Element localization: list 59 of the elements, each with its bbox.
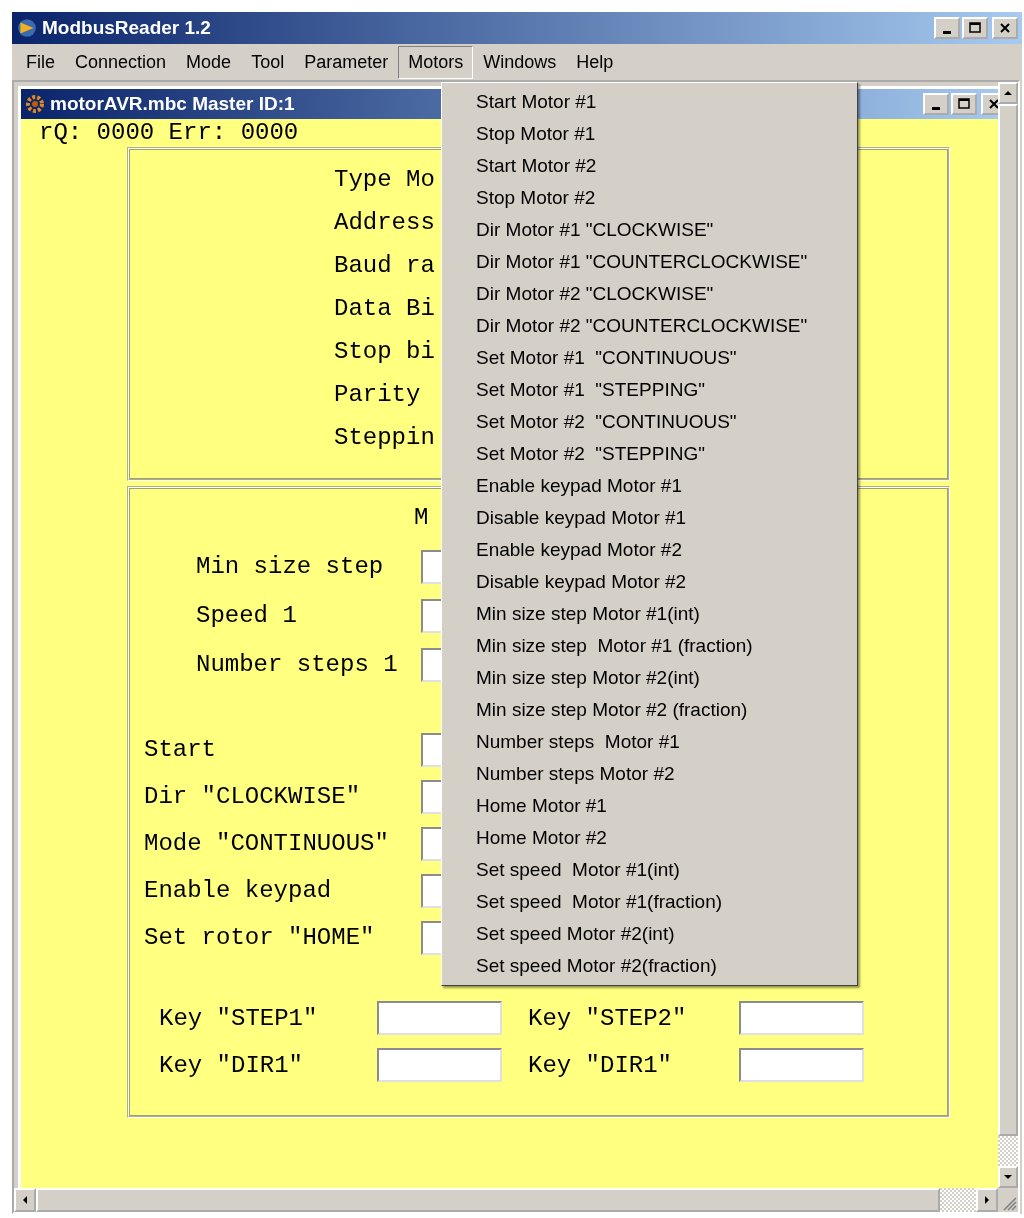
menu-item[interactable]: Number steps Motor #1 <box>442 726 857 758</box>
menu-item[interactable]: Min size step Motor #2(int) <box>442 662 857 694</box>
menu-item[interactable]: Disable keypad Motor #2 <box>442 566 857 598</box>
menu-item[interactable]: Start Motor #1 <box>442 86 857 118</box>
menu-item[interactable]: Stop Motor #2 <box>442 182 857 214</box>
field-label: Number steps 1 <box>196 651 399 678</box>
field-label: Data Bi <box>334 298 435 324</box>
menu-item[interactable]: Set speed Motor #2(int) <box>442 918 857 950</box>
field-label: Dir "CLOCKWISE" <box>144 783 362 810</box>
field-label: Key "DIR1" <box>528 1051 674 1079</box>
panel-heading: M <box>414 504 429 532</box>
field-label: Start <box>144 736 217 763</box>
field-label: Enable keypad <box>144 877 333 904</box>
field-label: Min size step <box>196 553 385 580</box>
menu-item[interactable]: Dir Motor #1 "CLOCKWISE" <box>442 214 857 246</box>
menu-item[interactable]: Windows <box>473 45 567 79</box>
menu-item[interactable]: Set Motor #2 "STEPPING" <box>442 438 857 470</box>
menu-item[interactable]: Home Motor #1 <box>442 790 857 822</box>
menu-item[interactable]: Set speed Motor #1(fraction) <box>442 886 857 918</box>
field-label: Address <box>334 212 435 238</box>
menu-item[interactable]: Tool <box>241 45 295 79</box>
menu-item[interactable]: Min size step Motor #2 (fraction) <box>442 694 857 726</box>
field-label: Key "STEP1" <box>159 1004 319 1032</box>
field-label: Parity <box>334 384 421 410</box>
menu-item[interactable]: Number steps Motor #2 <box>442 758 857 790</box>
field-label: Type Mo <box>334 169 435 195</box>
menu-item[interactable]: Enable keypad Motor #2 <box>442 534 857 566</box>
status-text: rQ: 0000 Err: 0000 <box>39 121 299 145</box>
field-label: Set rotor "HOME" <box>144 924 376 951</box>
menu-item[interactable]: Dir Motor #1 "COUNTERCLOCKWISE" <box>442 246 857 278</box>
menu-item[interactable]: Set Motor #1 "CONTINUOUS" <box>442 342 857 374</box>
field-label: Baud ra <box>334 255 435 281</box>
menu-item[interactable]: Set Motor #1 "STEPPING" <box>442 374 857 406</box>
menu-item[interactable]: Min size step Motor #1 (fraction) <box>442 630 857 662</box>
menu-item[interactable]: Help <box>566 45 624 79</box>
menu-item[interactable]: Stop Motor #1 <box>442 118 857 150</box>
menu-item[interactable]: Connection <box>65 45 177 79</box>
menu-item[interactable]: Home Motor #2 <box>442 822 857 854</box>
menu-item[interactable]: Set speed Motor #1(int) <box>442 854 857 886</box>
menu-item[interactable]: Mode <box>176 45 242 79</box>
menu-item[interactable]: Enable keypad Motor #1 <box>442 470 857 502</box>
menu-item[interactable]: Set Motor #2 "CONTINUOUS" <box>442 406 857 438</box>
menu-item[interactable]: Dir Motor #2 "CLOCKWISE" <box>442 278 857 310</box>
menu-item[interactable]: Min size step Motor #1(int) <box>442 598 857 630</box>
field-label: Steppin <box>334 427 435 453</box>
menu-item[interactable]: Parameter <box>294 45 399 79</box>
menu-item[interactable]: Disable keypad Motor #1 <box>442 502 857 534</box>
menu-item[interactable]: Set speed Motor #2(fraction) <box>442 950 857 982</box>
field-label: Key "DIR1" <box>159 1051 305 1079</box>
field-label: Key "STEP2" <box>528 1004 688 1032</box>
menu-item[interactable]: Start Motor #2 <box>442 150 857 182</box>
document-title: motorAVR.mbc Master ID:1 <box>50 93 295 115</box>
window-title: ModbusReader 1.2 <box>42 17 211 39</box>
field-label: Speed 1 <box>196 602 298 629</box>
field-label: Stop bi <box>334 341 435 367</box>
menu-item[interactable]: File <box>16 45 65 79</box>
menu-item[interactable]: Motors <box>398 45 474 79</box>
menu-item[interactable]: Dir Motor #2 "COUNTERCLOCKWISE" <box>442 310 857 342</box>
field-label: Mode "CONTINUOUS" <box>144 830 390 857</box>
